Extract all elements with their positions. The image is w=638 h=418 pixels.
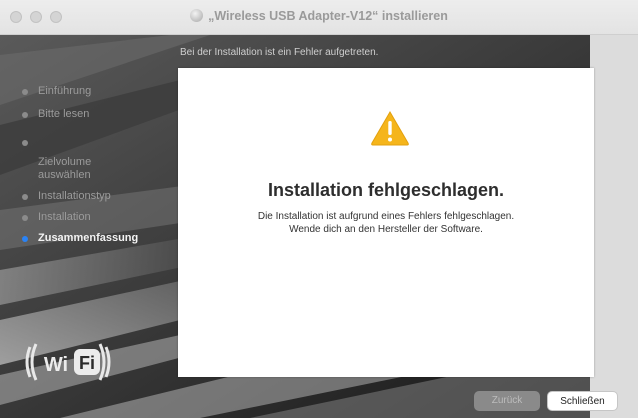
wifi-logo: Wi Fi <box>25 343 111 381</box>
step-label: Zielvolume auswählen <box>38 156 92 181</box>
installer-window: „Wireless USB Adapter-V12“ installieren <box>0 0 638 418</box>
step-dot-active <box>22 236 28 242</box>
step-summary: Zusammenfassung <box>18 232 178 245</box>
title-bar: „Wireless USB Adapter-V12“ installieren <box>0 0 638 35</box>
failure-headline: Installation fehlgeschlagen. <box>267 180 505 200</box>
step-label: Installation <box>38 211 91 223</box>
step-dot <box>22 89 28 95</box>
right-edge-strip <box>590 35 638 418</box>
window-title-wrap: „Wireless USB Adapter-V12“ installieren <box>0 9 638 23</box>
close-button[interactable]: Schließen <box>547 391 618 411</box>
step-dot <box>22 215 28 221</box>
step-read-me: Bitte lesen <box>18 108 178 121</box>
step-label: Einführung <box>38 85 92 97</box>
step-installation-type: Installationstyp <box>18 190 178 203</box>
step-destination: Zielvolume auswählen <box>18 130 178 182</box>
logo-text-right: Fi <box>79 353 95 373</box>
warning-icon <box>371 111 409 146</box>
failure-message-line2: Wende dich an den Hersteller der Softwar… <box>289 224 483 235</box>
logo-text-left: Wi <box>44 354 68 376</box>
step-dot <box>22 194 28 200</box>
step-dot <box>22 140 28 146</box>
window-title: „Wireless USB Adapter-V12“ installieren <box>208 9 448 23</box>
step-label: Bitte lesen <box>38 108 90 120</box>
step-dot <box>22 112 28 118</box>
installer-content: Bei der Installation ist ein Fehler aufg… <box>0 35 638 418</box>
step-label: Zusammenfassung <box>38 232 139 244</box>
step-installation: Installation <box>18 211 178 224</box>
result-panel: Installation fehlgeschlagen. Die Install… <box>178 68 594 377</box>
error-header-message: Bei der Installation ist ein Fehler aufg… <box>180 47 379 58</box>
step-introduction: Einführung <box>18 85 178 98</box>
failure-message-line1: Die Installation ist aufgrund eines Fehl… <box>257 211 515 222</box>
step-label: Installationstyp <box>38 190 111 202</box>
installer-steps-list: Einführung Bitte lesen Zielvolume auswäh… <box>18 85 178 245</box>
installer-package-icon <box>190 9 204 22</box>
back-button[interactable]: Zurück <box>474 391 540 411</box>
failure-message: Die Installation ist aufgrund eines Fehl… <box>198 210 574 236</box>
